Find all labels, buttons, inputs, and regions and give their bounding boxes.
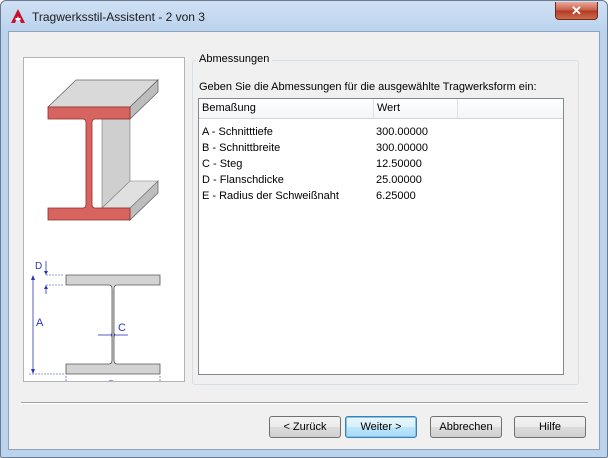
dimension-value-cell[interactable]: 300.00000 [376,140,428,156]
wizard-window: Tragwerksstil-Assistent - 2 von 3 ✕ D A … [0,0,608,458]
i-beam-illustration: D A C B [29,79,161,398]
table-row[interactable]: A - Schnitttiefe 300.00000 [199,124,563,140]
table-row[interactable]: E - Radius der Schweißnaht 6.25000 [199,188,563,204]
cancel-button[interactable]: Abbrechen [430,416,502,438]
window-title: Tragwerksstil-Assistent - 2 von 3 [32,10,205,24]
instruction-text: Geben Sie die Abmessungen für die ausgew… [199,81,537,93]
dimension-label-b: B [108,379,115,381]
dimension-label-d: D [35,261,42,272]
dialog-client-area: D A C B Abmessungen Geben Sie die Abmess… [8,31,600,450]
title-bar[interactable]: Tragwerksstil-Assistent - 2 von 3 ✕ [1,1,607,31]
dimension-value-cell[interactable]: 25.00000 [376,172,422,188]
table-row[interactable]: B - Schnittbreite 300.00000 [199,140,563,156]
dimension-value-cell[interactable]: 6.25000 [376,188,416,204]
footer-divider [21,402,588,404]
help-button[interactable]: Hilfe [514,416,586,438]
list-header: Bemaßung Wert [199,99,563,119]
column-header-value[interactable]: Wert [374,99,457,118]
close-button[interactable]: ✕ [555,2,598,20]
dimension-diagram: D A C B [29,261,161,398]
dimension-name-cell: C - Steg [202,158,243,170]
dimension-name-cell: B - Schnittbreite [202,142,281,154]
i-beam-3d-image [47,79,159,221]
section-preview-panel: D A C B [23,57,185,398]
next-button[interactable]: Weiter > [345,416,417,438]
table-row[interactable]: C - Steg 12.50000 [199,156,563,172]
column-header-dimension[interactable]: Bemaßung [199,99,374,118]
dimension-name-cell: D - Flanschdicke [202,174,284,186]
dimension-name-cell: E - Radius der Schweißnaht [202,190,339,202]
back-button[interactable]: < Zurück [269,416,341,438]
dimension-value-cell[interactable]: 12.50000 [376,156,422,172]
column-divider[interactable] [457,99,458,118]
dimensions-list[interactable]: Bemaßung Wert A - Schnitttiefe 300.00000… [198,98,564,375]
dimension-name-cell: A - Schnitttiefe [202,126,273,138]
dimension-value-cell[interactable]: 300.00000 [376,124,428,140]
autocad-logo-icon [11,9,25,23]
groupbox-title: Abmessungen [196,53,273,65]
dimension-label-a: A [36,317,44,329]
dimension-label-c: C [118,322,126,334]
table-row[interactable]: D - Flanschdicke 25.00000 [199,172,563,188]
